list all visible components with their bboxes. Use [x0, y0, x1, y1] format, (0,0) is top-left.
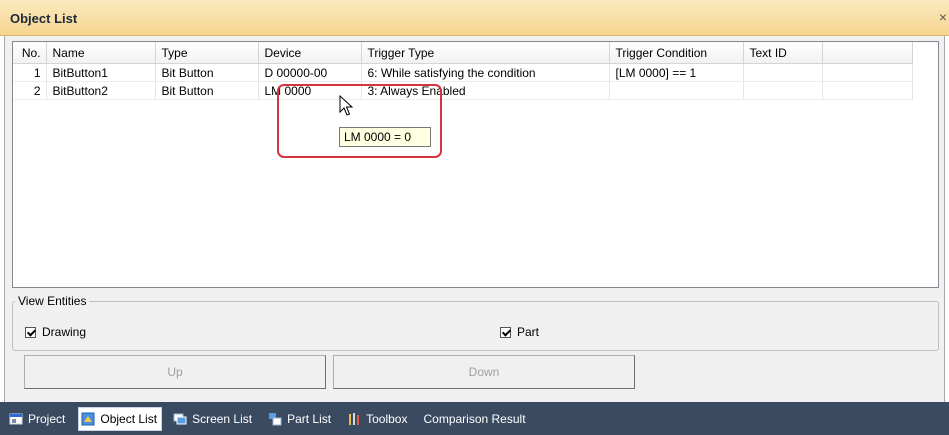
- part-checkbox-label: Part: [517, 325, 540, 339]
- cell-trigger-type: 6: While satisfying the condition: [361, 63, 610, 82]
- column-header-type[interactable]: Type: [155, 42, 259, 64]
- cell-text-id: [743, 81, 823, 100]
- panel-title-bar: Object List ×: [0, 0, 949, 36]
- tab-comparison-result[interactable]: Comparison Result: [420, 407, 528, 431]
- cell-name: BitButton1: [46, 63, 156, 82]
- column-header-trigger-condition[interactable]: Trigger Condition: [609, 42, 744, 64]
- cell-filler: [822, 81, 913, 100]
- tab-part-list[interactable]: Part List: [265, 407, 334, 431]
- cell-name: BitButton2: [46, 81, 156, 100]
- part-list-icon: [269, 412, 282, 425]
- tab-label: Screen List: [192, 411, 253, 426]
- screen-list-icon: [173, 413, 187, 424]
- cell-text-id: [743, 63, 823, 82]
- checkbox-checked-icon[interactable]: [25, 326, 36, 338]
- tab-project[interactable]: Project: [6, 407, 68, 431]
- cell-no: 2: [13, 81, 47, 100]
- panel-title: Object List: [10, 11, 78, 26]
- column-header-name[interactable]: Name: [46, 42, 156, 64]
- project-icon: [9, 413, 23, 424]
- cell-type: Bit Button: [155, 81, 259, 100]
- object-list-icon: [81, 412, 95, 425]
- table-header-row: No. Name Type Device Trigger Type Trigge…: [13, 42, 913, 64]
- column-header-device[interactable]: Device: [258, 42, 362, 64]
- cell-trigger-condition: [609, 81, 744, 100]
- part-checkbox[interactable]: Part: [500, 325, 539, 339]
- tab-label: Toolbox: [366, 411, 408, 426]
- table-row[interactable]: 1 BitButton1 Bit Button D 00000-00 6: Wh…: [13, 63, 913, 82]
- column-header-trigger-type[interactable]: Trigger Type: [361, 42, 610, 64]
- toolbox-icon: [349, 412, 360, 425]
- column-header-no[interactable]: No.: [13, 42, 47, 64]
- table-row[interactable]: 2 BitButton2 Bit Button LM 0000 3: Alway…: [13, 81, 913, 100]
- tab-screen-list[interactable]: Screen List: [170, 407, 255, 431]
- tab-label: Project: [28, 411, 66, 426]
- cell-filler: [822, 63, 913, 82]
- column-header-filler: [822, 42, 913, 64]
- tab-object-list[interactable]: Object List: [78, 406, 163, 431]
- tab-label: Comparison Result: [423, 411, 526, 426]
- highlight-annotation: [277, 84, 442, 158]
- bottom-tab-bar: Project Object List Screen List Part Lis…: [0, 402, 949, 435]
- up-button[interactable]: Up: [24, 355, 326, 389]
- drawing-checkbox-label: Drawing: [42, 325, 87, 339]
- view-entities-label: View Entities: [15, 294, 90, 308]
- column-header-text-id[interactable]: Text ID: [743, 42, 823, 64]
- drawing-checkbox[interactable]: Drawing: [25, 325, 86, 339]
- tab-toolbox[interactable]: Toolbox: [344, 407, 410, 431]
- cell-device: D 00000-00: [258, 63, 362, 82]
- tab-label: Part List: [287, 411, 332, 426]
- cell-no: 1: [13, 63, 47, 82]
- close-icon[interactable]: ×: [939, 9, 947, 25]
- cell-trigger-condition: [LM 0000] == 1: [609, 63, 744, 82]
- view-entities-group: View Entities Drawing Part: [12, 294, 939, 351]
- checkbox-checked-icon[interactable]: [500, 326, 511, 338]
- object-list-table[interactable]: No. Name Type Device Trigger Type Trigge…: [12, 41, 939, 288]
- object-grid: No. Name Type Device Trigger Type Trigge…: [13, 42, 913, 100]
- down-button[interactable]: Down: [333, 355, 635, 389]
- tab-label: Object List: [100, 411, 158, 426]
- cell-type: Bit Button: [155, 63, 259, 82]
